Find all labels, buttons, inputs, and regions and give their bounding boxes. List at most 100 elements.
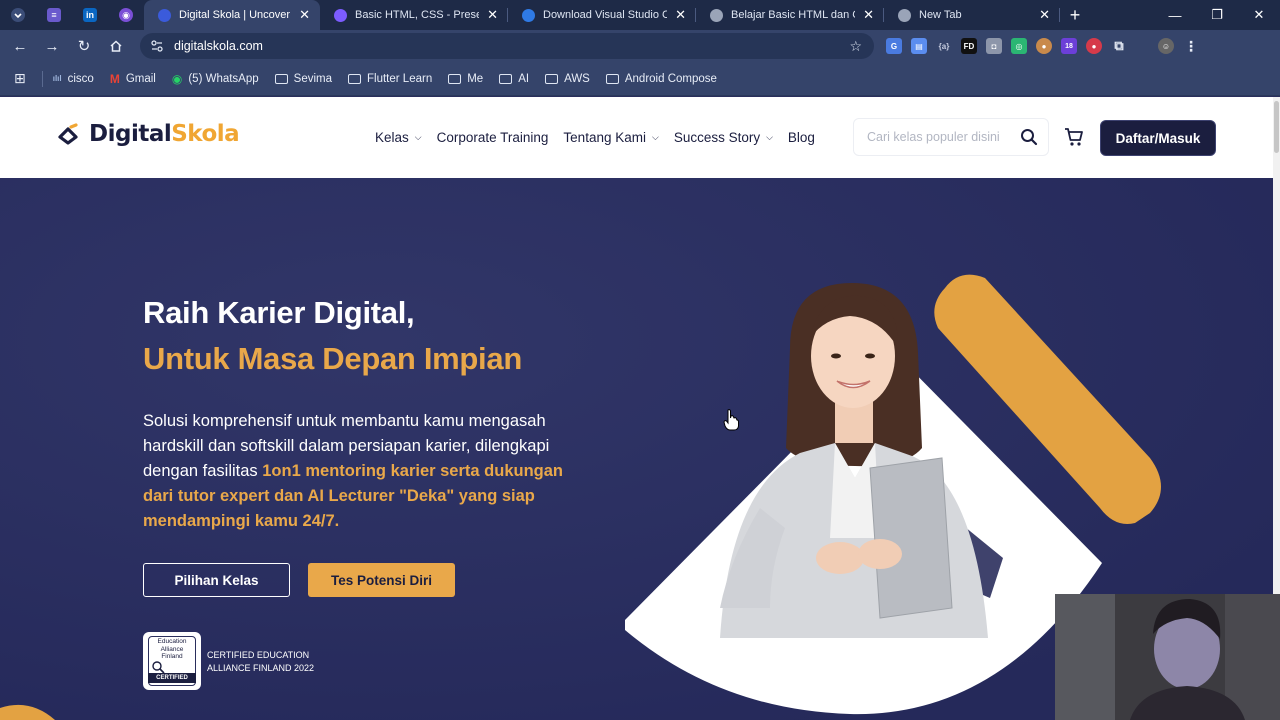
- cookie-extension-icon[interactable]: ●: [1036, 38, 1052, 54]
- folder-icon: [545, 73, 559, 84]
- certification-text-line1: CERTIFIED EDUCATION: [207, 650, 310, 660]
- tab-favicon-icon: [334, 8, 347, 22]
- chevron-down-icon: [11, 8, 25, 22]
- close-window-button[interactable]: ✕: [1238, 0, 1280, 30]
- scrollbar-thumb[interactable]: [1274, 101, 1279, 153]
- pinned-tab-linkedin[interactable]: in: [72, 0, 108, 30]
- folder-icon: [348, 73, 362, 84]
- hero-headline-line1: Raih Karier Digital,: [143, 295, 415, 330]
- docs-extension-icon[interactable]: ▤: [911, 38, 927, 54]
- minimize-button[interactable]: —: [1154, 0, 1196, 30]
- translate-extension-icon[interactable]: G: [886, 38, 902, 54]
- fd-extension-icon[interactable]: FD: [961, 38, 977, 54]
- tab-favicon-icon: [710, 8, 723, 22]
- chevron-down-icon: ⌵: [651, 132, 659, 142]
- potential-test-button[interactable]: Tes Potensi Diri: [308, 563, 455, 597]
- digitalskola-logo-mark-icon: [58, 123, 78, 145]
- nav-item[interactable]: Success Story ⌵: [674, 130, 773, 145]
- tab-separator: [1059, 8, 1060, 22]
- bookmark-item[interactable]: Sevima: [274, 72, 333, 85]
- extensions-row: G ▤ {a} FD ◘ ◎ ● 18 ● ⧉ ☺ ⋮: [886, 30, 1199, 62]
- browser-tab[interactable]: New Tab ✕: [884, 0, 1060, 30]
- bookmark-item[interactable]: Flutter Learn: [348, 73, 432, 85]
- nav-item[interactable]: Blog: [788, 130, 815, 145]
- nav-item[interactable]: Kelas ⌵: [375, 130, 422, 145]
- bookmarks-bar: ⊞ ılıl cisco M Gmail ◉ (5) WhatsApp Sevima Flut…: [0, 62, 1280, 96]
- gmail-icon: M: [109, 71, 120, 86]
- pinned-tab-1[interactable]: ≡: [36, 0, 72, 30]
- menu-kebab-icon[interactable]: ⋮: [1183, 38, 1199, 54]
- reload-button[interactable]: ↻: [68, 30, 100, 62]
- certification-text: CERTIFIED EDUCATION ALLIANCE FINLAND 202…: [207, 649, 317, 675]
- bookmark-divider: [41, 70, 43, 87]
- browser-tab[interactable]: Belajar Basic HTML dan C ✕: [696, 0, 884, 30]
- browser-tab[interactable]: Digital Skola | Uncover the ✕: [144, 0, 320, 30]
- hero-woman-photo: [720, 283, 988, 638]
- close-tab-icon[interactable]: ✕: [299, 7, 310, 23]
- search-icon[interactable]: [1020, 128, 1038, 146]
- badge-text-line: Education: [157, 638, 187, 645]
- chevron-down-icon: ⌵: [766, 132, 773, 142]
- tab-title: Download Visual Studio C: [543, 9, 668, 21]
- whatsapp-icon: ◉: [171, 71, 183, 86]
- digitalskola-logo[interactable]: DigitalSkola: [57, 121, 240, 147]
- bookmark-item[interactable]: Android Compose: [605, 73, 717, 85]
- nav-item[interactable]: Corporate Training: [437, 130, 549, 145]
- course-search-input[interactable]: [867, 130, 1007, 144]
- bookmark-item[interactable]: ılıl cisco: [53, 73, 94, 85]
- address-bar[interactable]: digitalskola.com ☆: [140, 33, 874, 59]
- tab-title: New Tab: [919, 9, 962, 21]
- register-login-button[interactable]: Daftar/Masuk: [1100, 120, 1216, 156]
- logo-part-digital: Digital: [89, 121, 172, 147]
- puzzle-extensions-icon[interactable]: ⧉: [1111, 38, 1127, 54]
- tab-search-button[interactable]: [0, 0, 36, 30]
- back-button[interactable]: ←: [4, 30, 36, 62]
- bookmark-item[interactable]: ◉ (5) WhatsApp: [172, 72, 259, 86]
- tab-favicon-icon: [158, 8, 171, 22]
- code-extension-icon[interactable]: {a}: [936, 38, 952, 54]
- bookmark-item[interactable]: M Gmail: [110, 72, 156, 86]
- bookmark-star-icon[interactable]: ☆: [849, 38, 862, 55]
- apps-grid-icon[interactable]: ⊞: [14, 70, 26, 87]
- tab-favicon-icon: [898, 8, 911, 22]
- bookmark-label: Sevima: [293, 72, 333, 85]
- bookmark-item[interactable]: AWS: [545, 73, 590, 85]
- certification-text-line2: ALLIANCE FINLAND 2022: [207, 663, 315, 673]
- bookmark-item[interactable]: AI: [499, 73, 529, 85]
- linkedin-icon: in: [83, 8, 97, 22]
- nav-item[interactable]: Tentang Kami ⌵: [563, 130, 658, 145]
- pinned-tab-3[interactable]: ◉: [108, 0, 144, 30]
- shopping-cart-icon[interactable]: [1064, 127, 1084, 147]
- home-button[interactable]: [100, 30, 132, 62]
- close-tab-icon[interactable]: ✕: [675, 7, 686, 23]
- folder-icon: [499, 73, 513, 84]
- forward-button[interactable]: →: [36, 30, 68, 62]
- close-tab-icon[interactable]: ✕: [1039, 7, 1050, 23]
- browser-tab[interactable]: Basic HTML, CSS - Present ✕: [320, 0, 508, 30]
- site-info-icon[interactable]: [150, 39, 164, 53]
- logo-wordmark: DigitalSkola: [89, 121, 240, 147]
- main-nav: Kelas ⌵ Corporate Training Tentang Kami ⌵ Suc…: [375, 97, 815, 178]
- bookmark-item[interactable]: Me: [448, 73, 483, 85]
- profile-avatar[interactable]: ☺: [1158, 38, 1174, 54]
- folder-icon: [274, 73, 288, 84]
- close-tab-icon[interactable]: ✕: [487, 7, 498, 23]
- restore-button[interactable]: ❐: [1196, 0, 1238, 30]
- record-extension-icon[interactable]: ●: [1086, 38, 1102, 54]
- hero-description: Solusi komprehensif untuk membantu kamu …: [143, 409, 583, 534]
- url-text[interactable]: digitalskola.com: [174, 39, 263, 53]
- bookmark-label: cisco: [67, 72, 94, 85]
- new-tab-button[interactable]: +: [1060, 4, 1090, 26]
- browser-tab[interactable]: Download Visual Studio C ✕: [508, 0, 696, 30]
- bookmark-label: AI: [518, 72, 530, 85]
- badge-extension-icon[interactable]: 18: [1061, 38, 1077, 54]
- bookmark-label: Flutter Learn: [367, 72, 433, 85]
- close-tab-icon[interactable]: ✕: [863, 7, 874, 23]
- badge-ribbon: CERTIFIED: [148, 673, 196, 683]
- site-header: DigitalSkola Kelas ⌵ Corporate Training Ten…: [0, 97, 1273, 178]
- class-options-button[interactable]: Pilihan Kelas: [143, 563, 290, 597]
- camera-extension-icon[interactable]: ◘: [986, 38, 1002, 54]
- eye-extension-icon[interactable]: ◎: [1011, 38, 1027, 54]
- bookmark-label: (5) WhatsApp: [188, 72, 259, 85]
- chevron-down-icon: ⌵: [414, 132, 422, 142]
